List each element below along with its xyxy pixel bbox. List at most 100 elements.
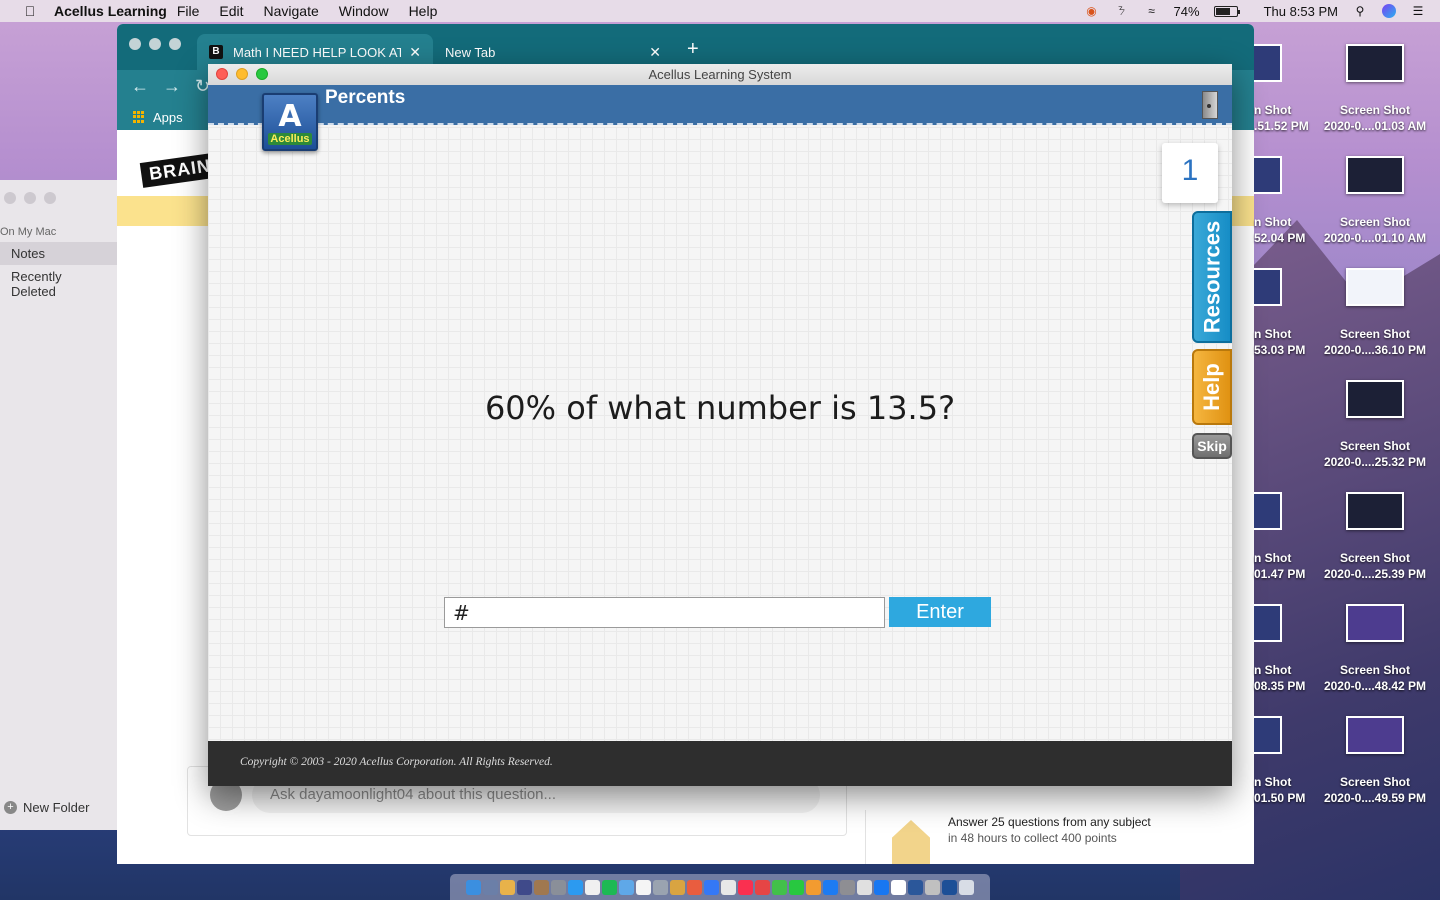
desktop-screenshot-file[interactable]: n Shot .51.52 PM: [1254, 44, 1314, 134]
app-store-icon[interactable]: [823, 879, 838, 895]
spotlight-search-icon[interactable]: ⚲: [1352, 4, 1368, 18]
menu-app-name[interactable]: Acellus Learning: [40, 3, 167, 19]
acellus-dock-icon[interactable]: [942, 879, 957, 895]
bookmark-apps[interactable]: Apps: [153, 110, 183, 125]
notes-minimize-button[interactable]: [24, 192, 36, 204]
new-folder-label: New Folder: [23, 800, 90, 815]
notes-zoom-button[interactable]: [44, 192, 56, 204]
app-icon[interactable]: [806, 879, 821, 895]
macos-dock: [450, 874, 990, 900]
app-icon[interactable]: [721, 879, 736, 895]
promo-text: Answer 25 questions from any subject: [948, 815, 1151, 829]
word-icon[interactable]: [908, 879, 923, 895]
desktop-screenshot-file[interactable]: Screen Shot 2020-0....48.42 PM: [1312, 604, 1438, 694]
battery-percent: 74%: [1173, 3, 1200, 19]
clock[interactable]: Thu 8:53 PM: [1264, 4, 1338, 19]
desktop-screenshot-file[interactable]: Screen Shot 2020-0....01.10 AM: [1312, 156, 1438, 246]
apple-menu-icon[interactable]: : [20, 3, 40, 19]
notes-dock-icon[interactable]: [636, 879, 651, 895]
tab-close-icon[interactable]: ✕: [649, 44, 661, 61]
desktop-screenshot-file[interactable]: Screen Shot 2020-0....25.39 PM: [1312, 492, 1438, 582]
new-tab-button[interactable]: +: [687, 38, 699, 61]
browser-close-button[interactable]: [129, 38, 141, 50]
screenshot-thumbnail: [1346, 44, 1404, 82]
no-entry-icon[interactable]: [755, 879, 770, 895]
battery-icon[interactable]: [1213, 5, 1240, 17]
app-icon[interactable]: [534, 879, 549, 895]
trash-icon[interactable]: [959, 879, 974, 895]
desktop-screenshot-file[interactable]: Screen Shot 2020-0....01.03 AM: [1312, 44, 1438, 134]
launchpad-icon[interactable]: [483, 879, 498, 895]
safari-icon[interactable]: [568, 879, 583, 895]
screenshot-thumbnail: [1254, 268, 1282, 306]
app-icon[interactable]: [670, 879, 685, 895]
forward-arrow-icon[interactable]: →: [163, 76, 181, 97]
browser-minimize-button[interactable]: [149, 38, 161, 50]
acellus-window: Acellus Learning System A Acellus Percen…: [208, 64, 1232, 786]
copyright-footer: Copyright © 2003 - 2020 Acellus Corporat…: [208, 741, 1232, 786]
music-icon[interactable]: [738, 879, 753, 895]
app-icon[interactable]: [653, 879, 668, 895]
messages-icon[interactable]: [772, 879, 787, 895]
browser-window-controls: [129, 38, 181, 50]
app-icon[interactable]: [891, 879, 906, 895]
acellus-zoom-button[interactable]: [256, 68, 268, 80]
notes-window: On My Mac Notes Recently Deleted + New F…: [0, 180, 118, 830]
calendar-icon[interactable]: [585, 879, 600, 895]
siri-icon[interactable]: [1382, 4, 1396, 18]
notes-close-button[interactable]: [4, 192, 16, 204]
notification-center-icon[interactable]: ☰: [1410, 4, 1426, 18]
desktop-screenshot-file[interactable]: Screen Shot 2020-0....36.10 PM: [1312, 268, 1438, 358]
facetime-icon[interactable]: [789, 879, 804, 895]
back-arrow-icon[interactable]: ←: [131, 76, 149, 97]
bluetooth-icon[interactable]: ᜢ: [1114, 4, 1130, 18]
screenshot-thumbnail: [1346, 380, 1404, 418]
screenshot-thumbnail: [1254, 44, 1282, 82]
sync-status-icon[interactable]: ◉: [1084, 4, 1100, 18]
menu-file[interactable]: File: [167, 3, 210, 19]
desktop-screenshot-file[interactable]: n Shot 01.47 PM: [1254, 492, 1314, 582]
photos-icon[interactable]: [687, 879, 702, 895]
resources-tab[interactable]: Resources: [1192, 211, 1232, 343]
menu-window[interactable]: Window: [329, 3, 399, 19]
notes-folder-recently-deleted[interactable]: Recently Deleted: [0, 265, 117, 303]
exit-door-icon[interactable]: [1202, 91, 1218, 119]
enter-button[interactable]: Enter: [889, 597, 991, 627]
wifi-icon[interactable]: ≈: [1144, 4, 1160, 18]
app-icon[interactable]: [857, 879, 872, 895]
app-icon[interactable]: [925, 879, 940, 895]
notes-window-controls: [0, 180, 117, 216]
chrome-icon[interactable]: [500, 879, 515, 895]
tab-close-icon[interactable]: ✕: [409, 44, 421, 61]
app-icon[interactable]: [704, 879, 719, 895]
siri-dock-icon[interactable]: [517, 879, 532, 895]
answer-input[interactable]: [444, 597, 885, 628]
menu-help[interactable]: Help: [399, 3, 448, 19]
notes-section-header: On My Mac: [0, 226, 57, 238]
skip-button[interactable]: Skip: [1192, 433, 1232, 459]
answer-row: Enter: [444, 597, 991, 628]
desktop-screenshot-file[interactable]: Screen Shot 2020-0....25.32 PM: [1312, 380, 1438, 470]
desktop-screenshot-file[interactable]: Screen Shot 2020-0....49.59 PM: [1312, 716, 1438, 806]
settings-icon[interactable]: [840, 879, 855, 895]
desktop-screenshot-file[interactable]: n Shot 53.03 PM: [1254, 268, 1314, 358]
acellus-minimize-button[interactable]: [236, 68, 248, 80]
desktop-screenshot-file[interactable]: n Shot 01.50 PM: [1254, 716, 1314, 806]
finder-icon[interactable]: [466, 879, 481, 895]
screenshot-thumbnail: [1346, 604, 1404, 642]
menu-navigate[interactable]: Navigate: [254, 3, 329, 19]
tab-label: New Tab: [445, 44, 496, 60]
acellus-close-button[interactable]: [216, 68, 228, 80]
desktop-screenshot-file[interactable]: n Shot 08.35 PM: [1254, 604, 1314, 694]
desktop-screenshot-file[interactable]: n Shot 52.04 PM: [1254, 156, 1314, 246]
rocket-icon[interactable]: [551, 879, 566, 895]
browser-zoom-button[interactable]: [169, 38, 181, 50]
help-dock-icon[interactable]: [619, 879, 634, 895]
menu-edit[interactable]: Edit: [209, 3, 253, 19]
spotify-icon[interactable]: [602, 879, 617, 895]
screenshot-thumbnail: [1254, 604, 1282, 642]
app-icon[interactable]: [874, 879, 889, 895]
notes-folder-notes[interactable]: Notes: [0, 242, 117, 265]
new-folder-button[interactable]: + New Folder: [4, 800, 89, 815]
screenshot-thumbnail: [1254, 156, 1282, 194]
